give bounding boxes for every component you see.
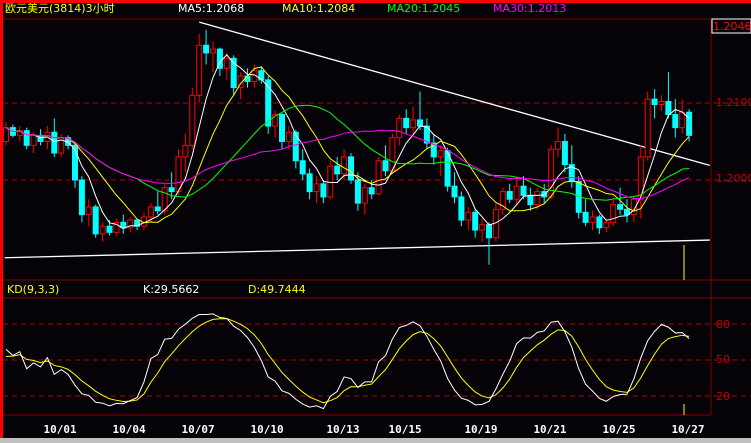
candle-up [30, 134, 37, 146]
ma20-readout: MA20:1.2045 [387, 2, 461, 15]
candle-down [486, 224, 492, 239]
kd-title: KD(9,3,3) [7, 283, 60, 296]
candle-up [603, 221, 610, 229]
k-readout: K:29.5662 [143, 283, 200, 296]
candle-up [410, 119, 417, 129]
candle-down [299, 160, 306, 175]
candle-down [279, 114, 285, 143]
candle-down [417, 119, 423, 127]
candle-up [3, 127, 9, 142]
candle-down [651, 98, 658, 106]
candle-down [106, 225, 113, 233]
candle-down [617, 204, 624, 210]
candle-up [210, 48, 216, 54]
candle-down [458, 196, 465, 221]
date-tick-label: 10/13 [326, 423, 360, 436]
candle-down [154, 206, 161, 212]
candle-down [51, 131, 58, 154]
d-readout: D:49.7444 [248, 283, 306, 296]
candle-down [292, 131, 299, 162]
candle-down [672, 114, 679, 129]
candle-down [686, 111, 693, 136]
date-tick-label: 10/10 [250, 423, 284, 436]
candle-up [479, 224, 486, 231]
date-tick-label: 10/27 [671, 423, 705, 436]
candle-up [396, 117, 403, 139]
candle-up [99, 225, 106, 235]
candle-down [320, 183, 327, 198]
candle-down [306, 173, 313, 193]
date-tick-label: 10/21 [533, 423, 567, 436]
candle-down [665, 100, 672, 116]
ma10-line [5, 66, 690, 224]
chart-window: 欧元美元(3814)3小时 MA5:1.2068 MA10:1.2084 MA2… [0, 0, 751, 443]
current-price-label: 1.2046 [713, 20, 751, 33]
candle-up [658, 100, 665, 106]
bottom-strip [0, 438, 751, 443]
candle-down [451, 185, 458, 198]
candle-down [596, 216, 603, 229]
ma30-readout: MA30:1.2013 [493, 2, 567, 15]
candle-up [313, 183, 320, 193]
candle-up [327, 165, 334, 198]
candle-down [472, 211, 479, 231]
candle-down [78, 179, 85, 216]
candle-up [534, 191, 541, 206]
left-border [0, 0, 3, 438]
candle-down [403, 117, 410, 129]
candle-down [168, 187, 175, 193]
kd-axis-label: 20 [716, 390, 730, 403]
candle-up [285, 131, 292, 142]
price-axis-label: 1.2100 [716, 96, 751, 109]
candle-up [85, 206, 92, 216]
date-tick-label: 10/01 [43, 423, 77, 436]
candle-up [361, 187, 368, 204]
candle-down [244, 75, 251, 82]
ma5-line [5, 54, 690, 230]
candle-up [189, 94, 196, 146]
candle-up [175, 156, 182, 193]
candle-up [375, 160, 382, 195]
date-tick-label: 10/15 [388, 423, 422, 436]
kd-axis-label: 80 [716, 318, 730, 331]
date-tick-label: 10/07 [181, 423, 215, 436]
candle-down [92, 206, 99, 235]
price-axis-label: 1.2000 [716, 172, 751, 185]
candle-up [555, 141, 561, 150]
candle-down [354, 179, 361, 204]
candle-up [513, 185, 520, 200]
candle-down [561, 141, 568, 166]
candle-down [520, 185, 527, 196]
instrument-title: 欧元美元(3814)3小时 [5, 2, 115, 15]
candle-up [223, 57, 230, 69]
candle-up [465, 211, 472, 221]
candle-up [589, 216, 596, 223]
candle-up [182, 144, 189, 158]
candle-down [203, 44, 210, 54]
trendline [199, 21, 710, 166]
date-tick-label: 10/19 [464, 423, 498, 436]
date-tick-label: 10/25 [602, 423, 636, 436]
candle-up [679, 111, 686, 129]
candle-down [334, 165, 341, 175]
ma10-readout: MA10:1.2084 [282, 2, 356, 15]
candle-up [644, 98, 651, 158]
candle-down [527, 194, 534, 206]
candle-down [368, 187, 375, 195]
candle-down [582, 211, 589, 223]
trendline [4, 239, 710, 259]
d-line [5, 318, 690, 404]
candle-up [147, 206, 154, 218]
candle-up [196, 44, 203, 96]
candle-down [348, 156, 354, 181]
candle-up [437, 150, 444, 158]
ma5-readout: MA5:1.2068 [178, 2, 245, 15]
candle-down [506, 191, 513, 200]
candle-down [23, 130, 30, 146]
chart-canvas[interactable] [0, 0, 751, 443]
candle-down [382, 160, 389, 172]
candle-up [341, 156, 348, 175]
kd-axis-label: 50 [716, 353, 730, 366]
date-tick-label: 10/04 [112, 423, 146, 436]
